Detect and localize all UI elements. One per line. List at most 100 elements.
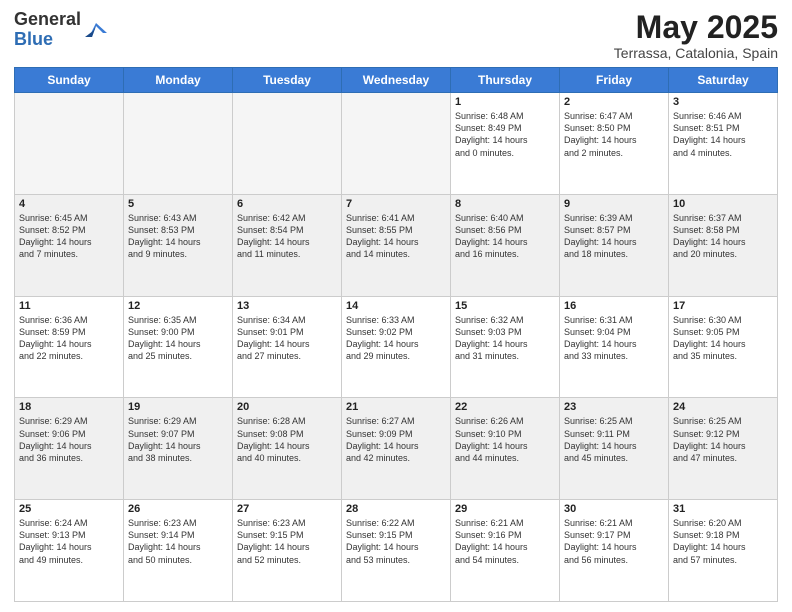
day-number: 6 (237, 198, 337, 210)
calendar-week-row: 4 Sunrise: 6:45 AM Sunset: 8:52 PM Daylig… (15, 194, 778, 296)
title-block: May 2025 Terrassa, Catalonia, Spain (614, 10, 778, 61)
calendar-cell: 16 Sunrise: 6:31 AM Sunset: 9:04 PM Dayli… (560, 296, 669, 398)
calendar-header-friday: Friday (560, 68, 669, 93)
day-info: Sunrise: 6:22 AM Sunset: 9:15 PM Dayligh… (346, 517, 446, 566)
day-number: 3 (673, 96, 773, 108)
page: General Blue May 2025 Terrassa, Cataloni… (0, 0, 792, 612)
calendar-cell: 4 Sunrise: 6:45 AM Sunset: 8:52 PM Daylig… (15, 194, 124, 296)
calendar-cell: 14 Sunrise: 6:33 AM Sunset: 9:02 PM Dayli… (342, 296, 451, 398)
calendar-cell: 26 Sunrise: 6:23 AM Sunset: 9:14 PM Dayli… (124, 500, 233, 602)
day-number: 29 (455, 503, 555, 515)
day-info: Sunrise: 6:26 AM Sunset: 9:10 PM Dayligh… (455, 415, 555, 464)
day-number: 7 (346, 198, 446, 210)
day-info: Sunrise: 6:27 AM Sunset: 9:09 PM Dayligh… (346, 415, 446, 464)
day-number: 28 (346, 503, 446, 515)
calendar-cell (233, 93, 342, 195)
logo-general-text: General (14, 10, 81, 30)
day-info: Sunrise: 6:32 AM Sunset: 9:03 PM Dayligh… (455, 314, 555, 363)
header: General Blue May 2025 Terrassa, Cataloni… (14, 10, 778, 61)
day-info: Sunrise: 6:29 AM Sunset: 9:07 PM Dayligh… (128, 415, 228, 464)
day-info: Sunrise: 6:47 AM Sunset: 8:50 PM Dayligh… (564, 110, 664, 159)
calendar-cell: 28 Sunrise: 6:22 AM Sunset: 9:15 PM Dayli… (342, 500, 451, 602)
day-number: 10 (673, 198, 773, 210)
day-info: Sunrise: 6:37 AM Sunset: 8:58 PM Dayligh… (673, 212, 773, 261)
day-info: Sunrise: 6:24 AM Sunset: 9:13 PM Dayligh… (19, 517, 119, 566)
calendar-cell: 18 Sunrise: 6:29 AM Sunset: 9:06 PM Dayli… (15, 398, 124, 500)
day-info: Sunrise: 6:25 AM Sunset: 9:11 PM Dayligh… (564, 415, 664, 464)
day-number: 23 (564, 401, 664, 413)
calendar-cell (124, 93, 233, 195)
calendar-cell: 27Sunrise: 6:23 AM Sunset: 9:15 PM Dayli… (233, 500, 342, 602)
day-number: 25 (19, 503, 119, 515)
day-info: Sunrise: 6:23 AM Sunset: 9:14 PM Dayligh… (128, 517, 228, 566)
day-number: 12 (128, 300, 228, 312)
calendar-cell: 13Sunrise: 6:34 AM Sunset: 9:01 PM Dayli… (233, 296, 342, 398)
calendar-cell: 10 Sunrise: 6:37 AM Sunset: 8:58 PM Dayli… (669, 194, 778, 296)
calendar-header-sunday: Sunday (15, 68, 124, 93)
day-number: 19 (128, 401, 228, 413)
day-number: 24 (673, 401, 773, 413)
calendar-cell (15, 93, 124, 195)
day-info: Sunrise: 6:48 AM Sunset: 8:49 PM Dayligh… (455, 110, 555, 159)
day-info: Sunrise: 6:25 AM Sunset: 9:12 PM Dayligh… (673, 415, 773, 464)
day-number: 26 (128, 503, 228, 515)
calendar-cell: 12 Sunrise: 6:35 AM Sunset: 9:00 PM Dayli… (124, 296, 233, 398)
calendar-cell: 23 Sunrise: 6:25 AM Sunset: 9:11 PM Dayli… (560, 398, 669, 500)
day-number: 14 (346, 300, 446, 312)
calendar-cell: 7Sunrise: 6:41 AM Sunset: 8:55 PM Daylig… (342, 194, 451, 296)
day-info: Sunrise: 6:28 AM Sunset: 9:08 PM Dayligh… (237, 415, 337, 464)
day-number: 1 (455, 96, 555, 108)
calendar-header-tuesday: Tuesday (233, 68, 342, 93)
day-info: Sunrise: 6:36 AM Sunset: 8:59 PM Dayligh… (19, 314, 119, 363)
calendar-cell: 31Sunrise: 6:20 AM Sunset: 9:18 PM Dayli… (669, 500, 778, 602)
day-number: 20 (237, 401, 337, 413)
day-info: Sunrise: 6:46 AM Sunset: 8:51 PM Dayligh… (673, 110, 773, 159)
calendar-cell: 20 Sunrise: 6:28 AM Sunset: 9:08 PM Dayli… (233, 398, 342, 500)
calendar-cell: 1 Sunrise: 6:48 AM Sunset: 8:49 PM Daylig… (451, 93, 560, 195)
calendar-cell (342, 93, 451, 195)
calendar-cell: 19 Sunrise: 6:29 AM Sunset: 9:07 PM Dayli… (124, 398, 233, 500)
logo-text: General Blue (14, 10, 81, 50)
day-number: 27 (237, 503, 337, 515)
day-info: Sunrise: 6:43 AM Sunset: 8:53 PM Dayligh… (128, 212, 228, 261)
day-info: Sunrise: 6:35 AM Sunset: 9:00 PM Dayligh… (128, 314, 228, 363)
day-info: Sunrise: 6:29 AM Sunset: 9:06 PM Dayligh… (19, 415, 119, 464)
calendar-header-wednesday: Wednesday (342, 68, 451, 93)
calendar-cell: 17Sunrise: 6:30 AM Sunset: 9:05 PM Dayli… (669, 296, 778, 398)
calendar-cell: 6Sunrise: 6:42 AM Sunset: 8:54 PM Daylig… (233, 194, 342, 296)
calendar-header-row: SundayMondayTuesdayWednesdayThursdayFrid… (15, 68, 778, 93)
day-info: Sunrise: 6:33 AM Sunset: 9:02 PM Dayligh… (346, 314, 446, 363)
calendar-cell: 3 Sunrise: 6:46 AM Sunset: 8:51 PM Daylig… (669, 93, 778, 195)
calendar-header-monday: Monday (124, 68, 233, 93)
day-info: Sunrise: 6:20 AM Sunset: 9:18 PM Dayligh… (673, 517, 773, 566)
month-title: May 2025 (614, 10, 778, 45)
day-number: 11 (19, 300, 119, 312)
calendar-cell: 30 Sunrise: 6:21 AM Sunset: 9:17 PM Dayli… (560, 500, 669, 602)
day-info: Sunrise: 6:45 AM Sunset: 8:52 PM Dayligh… (19, 212, 119, 261)
calendar-cell: 5 Sunrise: 6:43 AM Sunset: 8:53 PM Daylig… (124, 194, 233, 296)
day-number: 17 (673, 300, 773, 312)
calendar-cell: 29Sunrise: 6:21 AM Sunset: 9:16 PM Dayli… (451, 500, 560, 602)
day-number: 4 (19, 198, 119, 210)
day-number: 18 (19, 401, 119, 413)
day-number: 22 (455, 401, 555, 413)
day-number: 16 (564, 300, 664, 312)
calendar-cell: 11 Sunrise: 6:36 AM Sunset: 8:59 PM Dayli… (15, 296, 124, 398)
calendar-table: SundayMondayTuesdayWednesdayThursdayFrid… (14, 67, 778, 602)
day-info: Sunrise: 6:31 AM Sunset: 9:04 PM Dayligh… (564, 314, 664, 363)
day-number: 30 (564, 503, 664, 515)
day-number: 21 (346, 401, 446, 413)
day-info: Sunrise: 6:40 AM Sunset: 8:56 PM Dayligh… (455, 212, 555, 261)
calendar-week-row: 1 Sunrise: 6:48 AM Sunset: 8:49 PM Daylig… (15, 93, 778, 195)
day-info: Sunrise: 6:21 AM Sunset: 9:17 PM Dayligh… (564, 517, 664, 566)
location: Terrassa, Catalonia, Spain (614, 45, 778, 61)
calendar-cell: 9Sunrise: 6:39 AM Sunset: 8:57 PM Daylig… (560, 194, 669, 296)
calendar-header-saturday: Saturday (669, 68, 778, 93)
logo-icon (85, 19, 107, 41)
day-number: 2 (564, 96, 664, 108)
logo-blue-text: Blue (14, 30, 81, 50)
day-number: 15 (455, 300, 555, 312)
day-info: Sunrise: 6:34 AM Sunset: 9:01 PM Dayligh… (237, 314, 337, 363)
calendar-cell: 24 Sunrise: 6:25 AM Sunset: 9:12 PM Dayli… (669, 398, 778, 500)
day-number: 5 (128, 198, 228, 210)
